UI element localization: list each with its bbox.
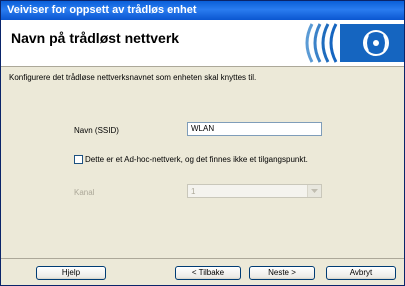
channel-label: Kanal — [74, 188, 95, 197]
ssid-label: Navn (SSID) — [74, 126, 119, 135]
cancel-button[interactable]: Avbryt — [326, 266, 396, 280]
header-panel: Navn på trådløst nettverk — [1, 20, 404, 67]
wizard-window: Veiviser for oppsett av trådløs enhet Na… — [0, 0, 405, 286]
description-text: Konfigurere det trådløse nettverksnavnet… — [9, 73, 257, 82]
wireless-signal-icon — [284, 20, 404, 66]
window-title: Veiviser for oppsett av trådløs enhet — [1, 1, 404, 20]
back-button[interactable]: < Tilbake — [175, 266, 241, 280]
channel-value: 1 — [191, 187, 196, 196]
footer-divider — [1, 258, 404, 259]
ssid-input[interactable]: WLAN — [187, 122, 322, 136]
help-button[interactable]: Hjelp — [36, 266, 106, 280]
chevron-down-icon — [307, 185, 321, 197]
page-title: Navn på trådløst nettverk — [11, 30, 180, 46]
next-button[interactable]: Neste > — [249, 266, 315, 280]
adhoc-label[interactable]: Dette er et Ad-hoc-nettverk, og det finn… — [85, 155, 308, 164]
channel-select: 1 — [187, 184, 322, 198]
adhoc-checkbox[interactable] — [74, 155, 83, 164]
